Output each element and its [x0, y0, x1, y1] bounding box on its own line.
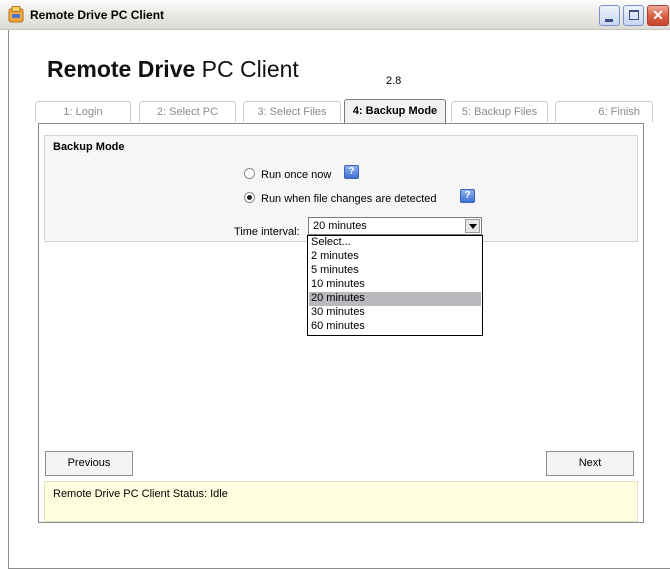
dropdown-option[interactable]: 30 minutes	[309, 306, 481, 320]
help-icon[interactable]: ?	[344, 165, 359, 179]
dropdown-option[interactable]: 5 minutes	[309, 264, 481, 278]
run-on-changes-radio[interactable]	[244, 192, 255, 203]
tab-select-files[interactable]: 3: Select Files	[243, 101, 341, 122]
app-brand-title: Remote Drive PC Client	[47, 56, 299, 82]
close-button[interactable]: ✕	[647, 5, 669, 26]
tab-select-pc[interactable]: 2: Select PC	[139, 101, 236, 122]
run-once-label[interactable]: Run once now	[261, 169, 331, 181]
time-interval-select[interactable]: 20 minutes	[308, 217, 482, 235]
dropdown-option[interactable]: 10 minutes	[309, 278, 481, 292]
time-interval-value: 20 minutes	[313, 220, 367, 232]
version-label: 2.8	[386, 75, 402, 87]
tab-backup-files[interactable]: 5: Backup Files	[451, 101, 548, 122]
time-interval-dropdown-list: Select... 2 minutes 5 minutes 10 minutes…	[307, 235, 483, 336]
help-icon[interactable]: ?	[460, 189, 475, 203]
tab-backup-mode[interactable]: 4: Backup Mode	[344, 99, 446, 123]
minimize-button[interactable]	[599, 5, 620, 26]
window-title: Remote Drive PC Client	[30, 8, 165, 22]
run-on-changes-label[interactable]: Run when file changes are detected	[261, 193, 437, 205]
run-once-radio[interactable]	[244, 168, 255, 179]
next-button[interactable]: Next	[546, 451, 634, 476]
close-icon: ✕	[652, 7, 664, 23]
maximize-icon	[629, 10, 639, 20]
title-bar: Remote Drive PC Client ✕	[0, 0, 670, 30]
app-icon	[8, 6, 24, 23]
dropdown-option-selected[interactable]: 20 minutes	[309, 292, 481, 306]
tab-login[interactable]: 1: Login	[35, 101, 131, 122]
minimize-icon	[605, 19, 613, 22]
dropdown-option[interactable]: Select...	[309, 236, 481, 250]
maximize-button[interactable]	[623, 5, 644, 26]
dropdown-option[interactable]: 2 minutes	[309, 250, 481, 264]
dropdown-option[interactable]: 60 minutes	[309, 320, 481, 334]
radio-selected-dot	[247, 195, 252, 200]
time-interval-label: Time interval:	[234, 226, 300, 238]
dropdown-arrow-button[interactable]	[465, 219, 480, 233]
tab-finish[interactable]: 6: Finish	[555, 101, 653, 122]
chevron-down-icon	[469, 224, 477, 229]
status-text: Remote Drive PC Client Status: Idle	[53, 488, 228, 500]
section-title: Backup Mode	[53, 141, 125, 153]
previous-button[interactable]: Previous	[45, 451, 133, 476]
